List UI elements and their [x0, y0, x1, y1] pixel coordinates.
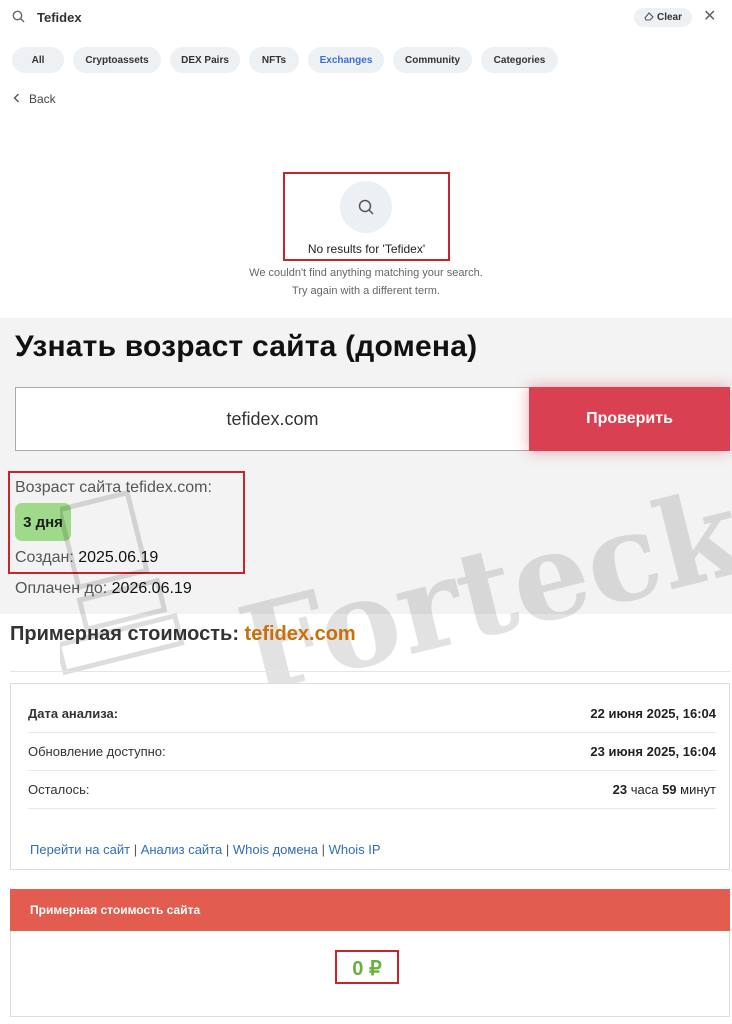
divider: [10, 671, 730, 672]
back-label: Back: [29, 92, 56, 106]
link-site-analysis[interactable]: Анализ сайта: [141, 842, 223, 857]
tab-community[interactable]: Community: [393, 47, 472, 73]
table-row: Осталось: 23 часа 59 минут: [28, 771, 716, 809]
cost-heading-domain: tefidex.com: [244, 623, 356, 645]
tab-dex-pairs[interactable]: DEX Pairs: [170, 47, 240, 73]
price-value: 0 ₽: [352, 958, 382, 980]
no-results-message: We couldn't find anything matching your …: [249, 267, 483, 279]
paid-value: 2026.06.19: [111, 580, 192, 597]
row-key: Осталось:: [28, 782, 90, 797]
link-visit-site[interactable]: Перейти на сайт: [30, 842, 130, 857]
age-label: Возраст сайта tefidex.com:: [15, 479, 212, 496]
tab-exchanges[interactable]: Exchanges: [308, 47, 384, 73]
hours-number: 23: [612, 782, 628, 797]
chevron-left-icon: [13, 92, 20, 106]
minutes-word: минут: [680, 782, 716, 797]
check-button[interactable]: Проверить: [529, 387, 730, 451]
created-label: Создан:: [15, 549, 74, 566]
paid-label: Оплачен до:: [15, 580, 108, 597]
link-whois-domain[interactable]: Whois домена: [233, 842, 318, 857]
cost-heading: Примерная стоимость: tefidex.com: [10, 623, 356, 646]
eraser-icon: [644, 11, 654, 24]
domain-age-title: Узнать возраст сайта (домена): [15, 330, 478, 363]
search-icon: [358, 199, 374, 215]
search-bar[interactable]: Tefidex Clear ✕: [0, 0, 732, 36]
table-row: Дата анализа: 22 июня 2025, 16:04: [28, 695, 716, 733]
tab-nfts[interactable]: NFTs: [249, 47, 299, 73]
close-icon[interactable]: ✕: [703, 9, 716, 25]
hours-word: часа: [630, 782, 659, 797]
cost-heading-prefix: Примерная стоимость:: [10, 623, 239, 645]
row-value: 23 июня 2025, 16:04: [590, 744, 716, 759]
row-key: Дата анализа:: [28, 706, 119, 721]
filter-tabs: All Cryptoassets DEX Pairs NFTs Exchange…: [12, 47, 558, 73]
clear-label: Clear: [656, 12, 682, 23]
no-results-title: No results for 'Tefidex': [307, 242, 426, 256]
row-value: 22 июня 2025, 16:04: [590, 706, 716, 721]
clear-button[interactable]: Clear: [634, 8, 692, 27]
tab-all[interactable]: All: [12, 47, 64, 73]
age-badge: 3 дня: [15, 503, 71, 541]
row-value: 23 часа 59 минут: [613, 782, 716, 797]
row-key: Обновление доступно:: [28, 744, 166, 759]
paid-until: Оплачен до: 2026.06.19: [15, 580, 192, 598]
tab-cryptoassets[interactable]: Cryptoassets: [73, 47, 161, 73]
site-links: Перейти на сайт | Анализ сайта | Whois д…: [30, 842, 381, 857]
price-panel-header: Примерная стоимость сайта: [10, 889, 730, 931]
empty-search-circle: [340, 181, 392, 233]
table-row: Обновление доступно: 23 июня 2025, 16:04: [28, 733, 716, 771]
domain-input[interactable]: tefidex.com: [15, 387, 530, 451]
created-value: 2025.06.19: [78, 549, 159, 566]
minutes-number: 59: [662, 782, 677, 797]
search-input[interactable]: Tefidex: [37, 10, 82, 25]
tab-categories[interactable]: Categories: [481, 47, 558, 73]
back-button[interactable]: Back: [13, 92, 56, 106]
search-icon: [12, 10, 25, 23]
link-whois-ip[interactable]: Whois IP: [329, 842, 381, 857]
no-results-hint: Try again with a different term.: [292, 285, 440, 297]
created-date: Создан: 2025.06.19: [15, 549, 158, 567]
